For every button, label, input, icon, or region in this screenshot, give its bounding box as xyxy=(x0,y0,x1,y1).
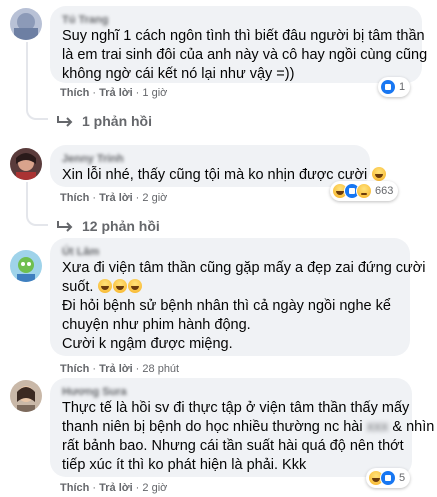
view-replies-2[interactable]: 12 phản hồi xyxy=(56,218,160,234)
comment-bubble: Tú Trang Suy nghĩ 1 cách ngôn tình thì b… xyxy=(50,6,428,83)
reply-link[interactable]: Trả lời xyxy=(99,363,133,375)
comment-text: Xin lỗi nhé, thấy cũng tội mà ko nhịn đư… xyxy=(62,166,387,185)
comment-author[interactable]: Hương Sura xyxy=(62,385,400,399)
like-link[interactable]: Thích xyxy=(60,192,89,204)
reply-link[interactable]: Trả lời xyxy=(99,87,133,99)
comment-author[interactable]: Jenny Trinh xyxy=(62,152,358,166)
laughing-emoji-icon xyxy=(113,279,128,293)
reaction-count: 663 xyxy=(375,185,394,197)
comment-bubble: Hương Sura Thực tế là hồi sv đi thực tập… xyxy=(50,378,435,477)
reply-link[interactable]: Trả lời xyxy=(99,192,133,204)
comment-text: Thực tế là hồi sv đi thực tập ở viện tâm… xyxy=(62,400,435,473)
comment-actions: Thích · Trả lời · 28 phút xyxy=(60,363,180,375)
comment-text: Xưa đi viện tâm thần cũng gặp mấy a đẹp … xyxy=(62,260,426,352)
like-link[interactable]: Thích xyxy=(60,363,89,375)
avatar[interactable] xyxy=(10,380,42,412)
view-replies-label: 1 phản hồi xyxy=(82,113,152,129)
reaction-summary[interactable]: 1 xyxy=(378,77,411,97)
reply-link[interactable]: Trả lời xyxy=(99,482,133,494)
comment-actions: Thích · Trả lời · 2 giờ xyxy=(60,482,168,494)
comment-author[interactable]: Tú Trang xyxy=(62,13,410,27)
avatar[interactable] xyxy=(10,250,42,282)
comment-actions: Thích · Trả lời · 1 giờ xyxy=(60,87,168,99)
comment-time[interactable]: 2 giờ xyxy=(142,482,167,494)
laughing-emoji-icon xyxy=(98,279,113,293)
redacted-word: xxx xyxy=(366,419,389,435)
laughing-emoji-icon xyxy=(128,279,143,293)
like-icon xyxy=(380,79,396,95)
thread-connector xyxy=(26,182,48,226)
sad-icon xyxy=(356,183,372,199)
avatar[interactable] xyxy=(10,148,42,180)
comment-text: Suy nghĩ 1 cách ngôn tình thì biết đâu n… xyxy=(62,28,428,82)
reply-arrow-icon xyxy=(57,116,73,127)
comment-bubble: Jenny Trinh Xin lỗi nhé, thấy cũng tội m… xyxy=(50,145,387,187)
view-replies-1[interactable]: 1 phản hồi xyxy=(56,113,152,129)
laughing-emoji-icon xyxy=(372,167,387,181)
comment-bubble: Út Lâm Xưa đi viện tâm thần cũng gặp mấy… xyxy=(50,238,426,356)
view-replies-label: 12 phản hồi xyxy=(82,218,160,234)
reply-arrow-icon xyxy=(57,221,73,232)
thread-connector xyxy=(26,42,48,120)
comment-time[interactable]: 1 giờ xyxy=(142,87,167,99)
reaction-summary[interactable]: 5 xyxy=(366,468,411,488)
reaction-summary[interactable]: 663 xyxy=(330,181,399,201)
comment-time[interactable]: 2 giờ xyxy=(142,192,167,204)
reaction-count: 5 xyxy=(399,472,406,484)
avatar[interactable] xyxy=(10,8,42,40)
comment-actions: Thích · Trả lời · 2 giờ xyxy=(60,192,168,204)
comment-author[interactable]: Út Lâm xyxy=(62,245,398,259)
comment-time[interactable]: 28 phút xyxy=(142,363,179,375)
like-link[interactable]: Thích xyxy=(60,87,89,99)
like-link[interactable]: Thích xyxy=(60,482,89,494)
like-icon xyxy=(380,470,396,486)
reaction-count: 1 xyxy=(399,81,406,93)
